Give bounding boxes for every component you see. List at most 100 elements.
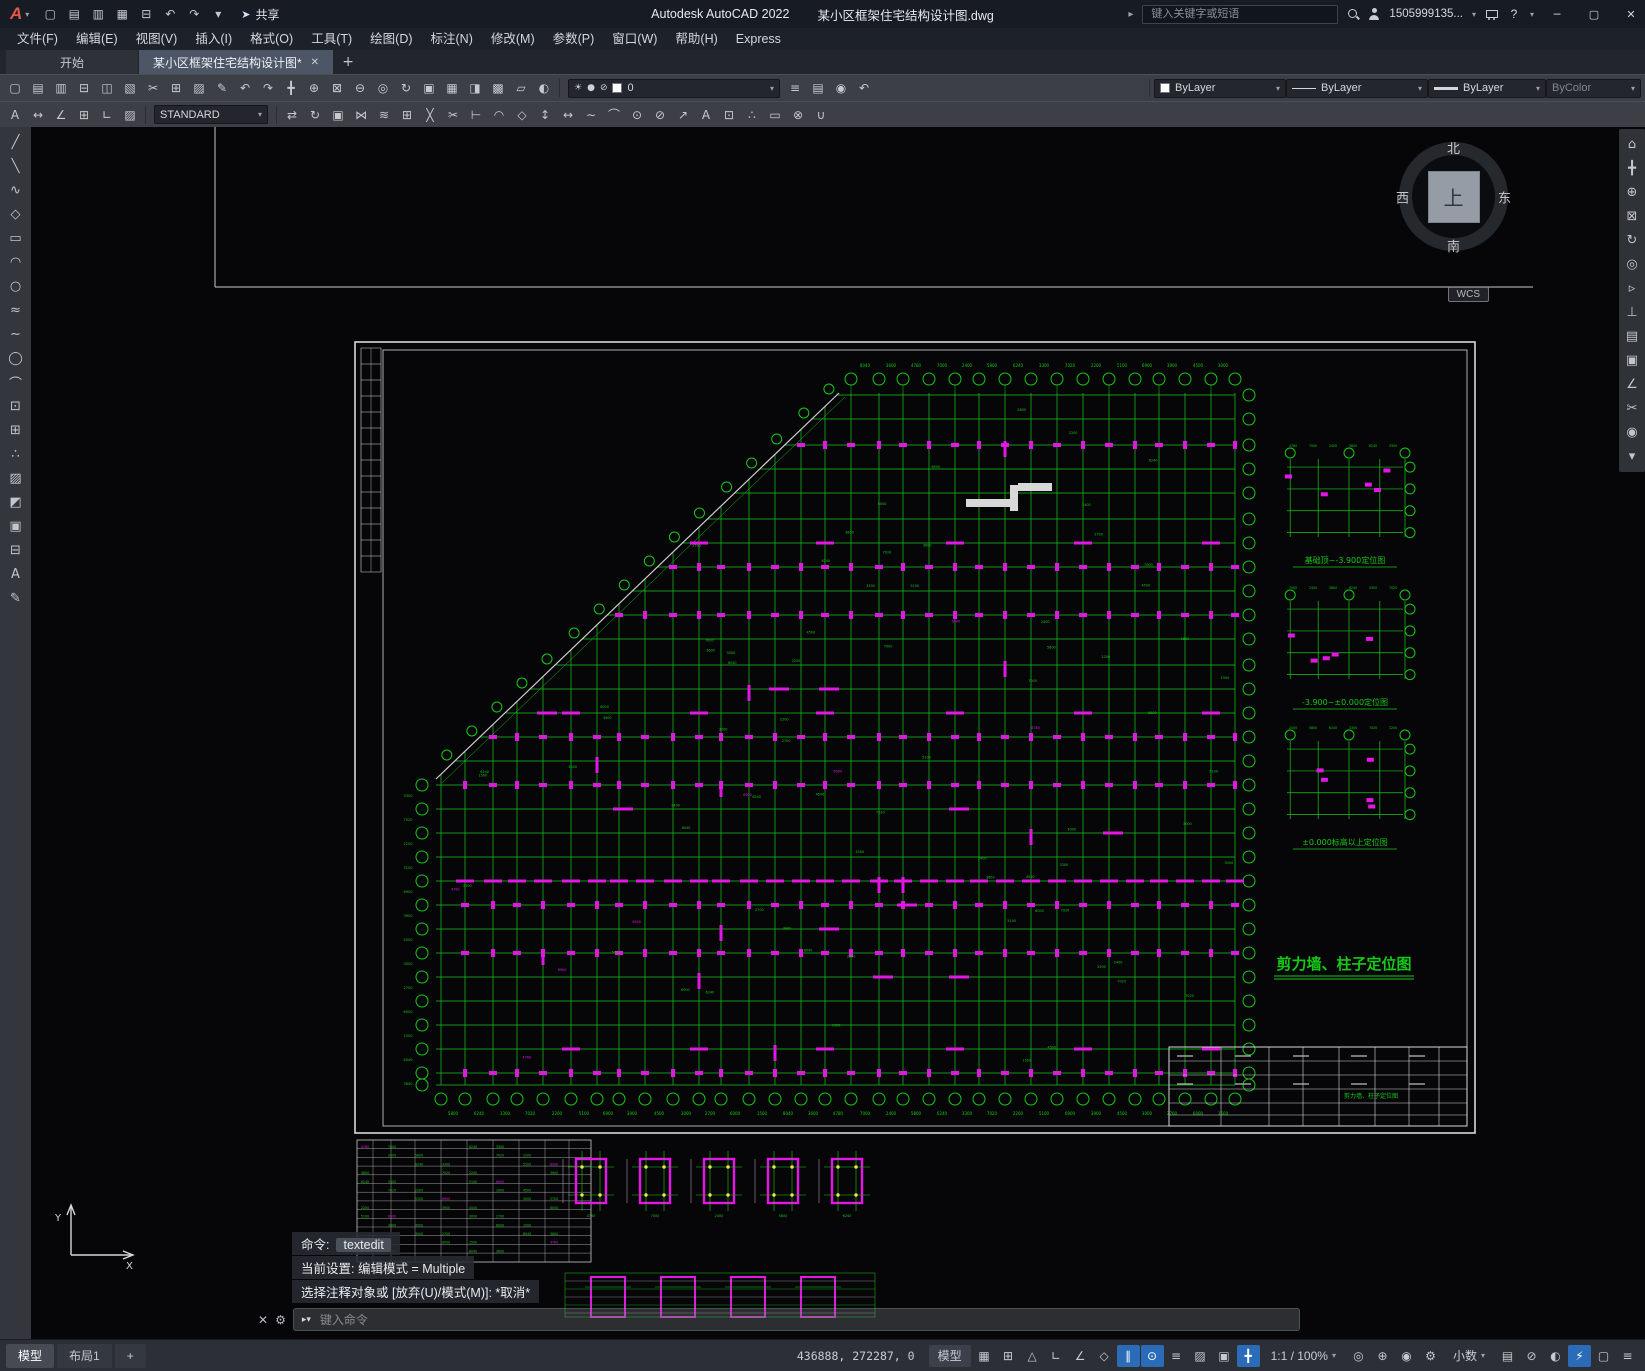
isodraft-toggle[interactable]: ◇ — [1093, 1345, 1116, 1367]
viewcube-top-face[interactable]: 上 — [1427, 170, 1480, 223]
match-properties-button[interactable]: ✎ — [211, 78, 233, 99]
menu-draw[interactable]: 绘图(D) — [361, 28, 421, 50]
tool-palettes-button[interactable]: ◨ — [464, 78, 486, 99]
dim-linear-button[interactable]: ↔ — [27, 104, 49, 125]
save-as-button[interactable]: ▦ — [111, 3, 133, 25]
chamfer-button[interactable]: ◇ — [511, 104, 533, 125]
lengthen-button[interactable]: ∼ — [580, 104, 602, 125]
region-button[interactable]: ▭ — [764, 104, 786, 125]
menu-dimension[interactable]: 标注(N) — [422, 28, 482, 50]
single-text-button[interactable]: A — [695, 104, 717, 125]
addselected-tool[interactable]: ✎ — [4, 588, 28, 609]
text-style-dropdown[interactable]: STANDARD ▾ — [154, 105, 268, 124]
spline-tool[interactable]: ∼ — [4, 324, 28, 345]
maximize-button[interactable]: ▢ — [1580, 0, 1608, 28]
make-object-layer-current-button[interactable]: ◉ — [830, 78, 852, 99]
quick-properties-toggle[interactable]: ▤ — [1496, 1345, 1519, 1367]
annotation-scale-button[interactable]: 1:1 / 100% ▾ — [1262, 1345, 1345, 1367]
annotation-monitor-toggle[interactable]: ◉ — [1395, 1345, 1418, 1367]
stretch-button[interactable]: ↔ — [557, 104, 579, 125]
lineweight-display-toggle[interactable]: ≡ — [1165, 1345, 1188, 1367]
ellipse-tool[interactable]: ◯ — [4, 348, 28, 369]
layer-properties-button[interactable]: ≡ — [784, 78, 806, 99]
tab-start[interactable]: 开始 — [6, 50, 138, 74]
clean-screen-button[interactable]: ▢ — [1592, 1345, 1615, 1367]
designcenter-button[interactable]: ▦ — [441, 78, 463, 99]
menu-tools[interactable]: 工具(T) — [302, 28, 361, 50]
layout1-tab[interactable]: 布局1 — [57, 1343, 112, 1368]
orbit-button[interactable]: ↻ — [395, 78, 417, 99]
wcs-chip[interactable]: WCS — [1447, 287, 1489, 302]
offset-button[interactable]: ≋ — [373, 104, 395, 125]
camera-button[interactable]: ◉ — [1620, 422, 1644, 443]
circle-tool[interactable]: ○ — [4, 276, 28, 297]
annotation-visibility-toggle[interactable]: ◎ — [1347, 1345, 1370, 1367]
model-canvas[interactable]: 5800 6240 3300 7020 2200 5100 6900 3900 4500 3000… — [31, 127, 1619, 1339]
copy-button[interactable]: ⊞ — [165, 78, 187, 99]
polyline-tool[interactable]: ∿ — [4, 180, 28, 201]
command-close-icon[interactable]: ✕ — [258, 1313, 268, 1327]
zoom-realtime-button[interactable]: ⊕ — [303, 78, 325, 99]
share-button[interactable]: ➤ 共享 — [229, 6, 291, 23]
layer-dropdown[interactable]: ☀ ● ⊘ 0 ▾ — [568, 78, 780, 98]
undo-button[interactable]: ↶ — [159, 3, 181, 25]
cut-button[interactable]: ✂ — [142, 78, 164, 99]
dim-aligned-button[interactable]: ⌒ — [603, 104, 625, 125]
menu-format[interactable]: 格式(O) — [241, 28, 302, 50]
pan-button[interactable]: ╋ — [280, 78, 302, 99]
cad-drawing[interactable]: 5800 6240 3300 7020 2200 5100 6900 3900 4500 3000… — [31, 127, 1619, 1339]
model-space-toggle[interactable]: 模型 — [928, 1344, 971, 1367]
search-icon[interactable] — [1347, 8, 1359, 20]
revcloud-tool[interactable]: ≈ — [4, 300, 28, 321]
leader-button[interactable]: ↗ — [672, 104, 694, 125]
extend-button[interactable]: ⊢ — [465, 104, 487, 125]
new-file-button[interactable]: ▢ — [39, 3, 61, 25]
collapse-search-icon[interactable]: ▸ — [1128, 9, 1133, 20]
zoom-previous-button[interactable]: ⊖ — [349, 78, 371, 99]
redo-button[interactable]: ↷ — [183, 3, 205, 25]
plot-doc-button[interactable]: ⊟ — [73, 78, 95, 99]
redo-toolbar-button[interactable]: ↷ — [257, 78, 279, 99]
copy-object-button[interactable]: ▣ — [327, 104, 349, 125]
compass-south-label[interactable]: 南 — [1447, 236, 1460, 255]
compass-east-label[interactable]: 东 — [1498, 187, 1511, 206]
arc-tool[interactable]: ◠ — [4, 252, 28, 273]
pan-tool-button[interactable]: ╋ — [1620, 158, 1644, 179]
insert-block-tool[interactable]: ⊡ — [4, 396, 28, 417]
compass-west-label[interactable]: 西 — [1396, 187, 1409, 206]
steering-wheel-button[interactable]: ◎ — [1620, 254, 1644, 275]
close-button[interactable]: ✕ — [1617, 0, 1645, 28]
text-style-button[interactable]: A — [4, 104, 26, 125]
minimize-button[interactable]: ─ — [1543, 0, 1571, 28]
zoom-extents-nav-button[interactable]: ⊕ — [1620, 182, 1644, 203]
osnap-toggle[interactable]: ⊙ — [1140, 1344, 1164, 1367]
menu-help[interactable]: 帮助(H) — [666, 28, 726, 50]
otrack-toggle[interactable]: ∥ — [1116, 1344, 1140, 1367]
customization-button[interactable]: ≡ — [1616, 1345, 1639, 1367]
layer-states-button[interactable]: ▤ — [807, 78, 829, 99]
array-button[interactable]: ⊞ — [396, 104, 418, 125]
new-button[interactable]: ▢ — [4, 78, 26, 99]
ortho-toggle[interactable]: ∟ — [1045, 1345, 1068, 1367]
viewcube-home-button[interactable]: ⌂ — [1620, 134, 1644, 155]
layer-previous-button[interactable]: ↶ — [853, 78, 875, 99]
selection-cycling-toggle[interactable]: ▣ — [1213, 1345, 1236, 1367]
lock-ui-button[interactable]: ⊘ — [1520, 1345, 1543, 1367]
zoom-extents-button[interactable]: ◎ — [372, 78, 394, 99]
rectangle-tool[interactable]: ▭ — [4, 228, 28, 249]
fillet-button[interactable]: ◠ — [488, 104, 510, 125]
create-block-tool[interactable]: ⊞ — [4, 420, 28, 441]
new-layout-button[interactable]: + — [114, 1343, 146, 1368]
snap-toggle[interactable]: ⊞ — [997, 1345, 1020, 1367]
model-layout-tab[interactable]: 模型 — [6, 1343, 55, 1368]
dim-radius-button[interactable]: ⊙ — [626, 104, 648, 125]
save-button[interactable]: ▥ — [87, 3, 109, 25]
section-button[interactable]: ✂ — [1620, 398, 1644, 419]
plot-button[interactable]: ⊟ — [135, 3, 157, 25]
trim-button[interactable]: ✂ — [442, 104, 464, 125]
ucs-toggle-button[interactable]: ⊥ — [1620, 302, 1644, 323]
app-menu-button[interactable]: A ▾ — [0, 0, 39, 28]
color-dropdown[interactable]: ByLayer ▾ — [1154, 78, 1286, 98]
rotate-button[interactable]: ↻ — [304, 104, 326, 125]
units-button[interactable]: 小数 ▾ — [1444, 1345, 1494, 1367]
